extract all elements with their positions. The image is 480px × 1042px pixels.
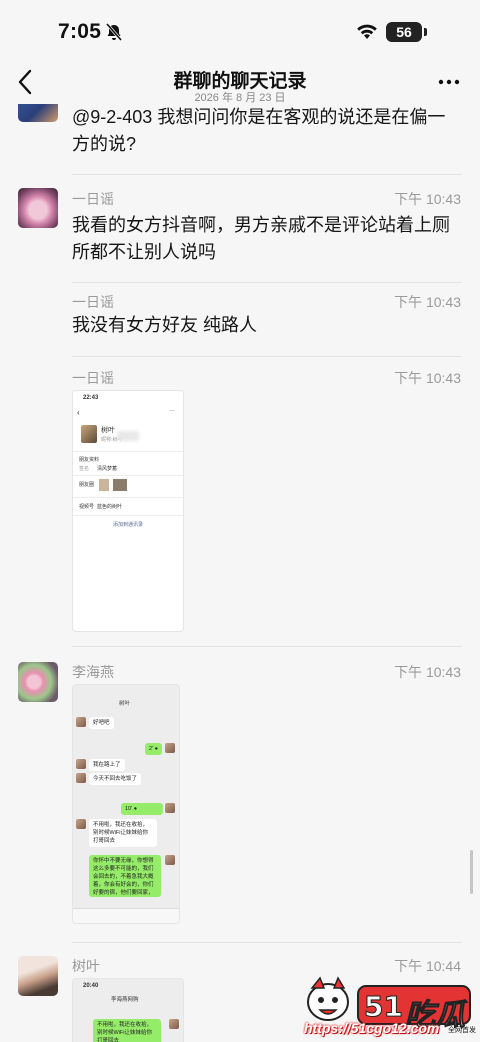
- shot-avatar: [76, 759, 86, 769]
- shot-bubble: 好吧吧: [89, 717, 114, 729]
- shot-row-label: 视频号: [79, 504, 95, 510]
- shot-row-label: 朋友圈: [79, 482, 95, 488]
- message-time: 下午 10:43: [394, 294, 461, 310]
- page-subtitle-date: 2026 年 8 月 23 日: [194, 92, 286, 104]
- message-sender: 树叶: [72, 958, 100, 974]
- shot-back-icon: ‹: [77, 408, 80, 417]
- shot-bubble: 你怀中不要无缘，你想得这么多要不可能的，我们会回去的，不着急我大概着，你会有好会…: [89, 855, 161, 897]
- shot-status-time: 22:43: [83, 395, 99, 401]
- battery-tip: [424, 28, 427, 36]
- svg-text:51: 51: [364, 990, 403, 1023]
- message-time: 下午 10:43: [394, 191, 461, 207]
- message-text: 我没有女方好友 纯路人: [72, 315, 257, 335]
- shot-more-icon: ···: [169, 408, 175, 414]
- wifi-icon: [357, 24, 377, 39]
- shot-status-time: 20:40: [83, 983, 99, 989]
- image-chat-screenshot[interactable]: 树叶 好吧吧 2' ● 我在路上了 今天不回去吃饭了 10' ● 不用啦，我还在…: [72, 684, 180, 924]
- shot-add-contact: 添加到通讯录: [113, 522, 144, 528]
- shot-row-line: [73, 497, 183, 498]
- shot-avatar: [76, 773, 86, 783]
- shot-avatar: [81, 425, 97, 443]
- image-profile-screenshot[interactable]: 22:43 ‹ ··· 树叶 昵称:树叶 朋友资料 签名 清风梦蓄 朋友圈 视频…: [72, 390, 184, 632]
- shot-bubble: 10' ●: [121, 803, 163, 815]
- bell-muted-icon: [105, 23, 123, 41]
- message-time: 下午 10:43: [394, 664, 461, 680]
- shot-moments-thumb: [113, 479, 127, 491]
- shot-avatar: [165, 803, 175, 813]
- shot-avatar: [165, 743, 175, 753]
- shot-name: 树叶: [101, 427, 115, 434]
- watermark-url: https://51cgo12.com: [304, 1020, 440, 1036]
- shot-avatar: [169, 1019, 179, 1029]
- shot-row-line: [73, 475, 183, 476]
- message-sender: 一日谣: [72, 191, 114, 207]
- avatar[interactable]: [18, 662, 58, 702]
- image-chat-screenshot[interactable]: 20:40 李海燕网购 不用啦，我还在收拾，别时候WiFi让妹妹给你打哥回去: [72, 978, 184, 1042]
- shot-input-bar: [73, 908, 179, 923]
- shot-row-line: [73, 451, 183, 452]
- message-time: 下午 10:43: [394, 370, 461, 386]
- shot-title: 李海燕网购: [111, 997, 139, 1003]
- shot-avatar: [165, 855, 175, 865]
- message-text: 我看的女方抖音啊，男方亲戚不是评论站着上厕所都不让别人说吗: [72, 215, 450, 262]
- shot-bubble: 不用啦，我还在收拾，别时候WiFi让妹妹给你打哥回去: [89, 819, 157, 847]
- shot-bubble: 不用啦，我还在收拾，别时候WiFi让妹妹给你打哥回去: [93, 1019, 161, 1042]
- shot-title: 树叶: [119, 701, 131, 707]
- divider: [72, 646, 462, 647]
- battery-level: 56: [386, 22, 422, 42]
- chat-history-list[interactable]: @9-2-403 我想问问你是在客观的说还是在偏一方的说? 一日谣 下午 10:…: [0, 104, 480, 1042]
- avatar[interactable]: [18, 956, 58, 996]
- shot-row-label: 签名: [79, 466, 90, 472]
- shot-row-line: [73, 515, 183, 516]
- shot-blurred-id: [117, 431, 139, 441]
- message-sender: 李海燕: [72, 664, 114, 680]
- shot-avatar: [76, 819, 86, 829]
- status-bar: 7:05 56: [0, 0, 480, 62]
- message-sender: 一日谣: [72, 294, 114, 310]
- shot-moments-thumb: [99, 479, 109, 491]
- nav-bar: 群聊的聊天记录 2026 年 8 月 23 日: [0, 62, 480, 104]
- message-sender: 一日谣: [72, 370, 114, 386]
- divider: [72, 174, 462, 175]
- shot-row-label: 朋友资料: [79, 457, 100, 463]
- shot-avatar: [76, 717, 86, 727]
- divider: [72, 282, 462, 283]
- shot-bubble: 2' ●: [145, 743, 162, 755]
- message-text: @9-2-403 我想问问你是在客观的说还是在偏一方的说?: [72, 107, 446, 154]
- status-time: 7:05: [58, 20, 102, 43]
- shot-row-value: 清风梦蓄: [97, 466, 118, 472]
- shot-row-value: 蓝色的树叶: [97, 504, 123, 510]
- avatar[interactable]: [18, 188, 58, 228]
- shot-bubble: 我在路上了: [89, 759, 125, 771]
- more-icon[interactable]: [437, 70, 461, 94]
- avatar[interactable]: [18, 104, 58, 122]
- divider: [72, 356, 462, 357]
- shot-bubble: 今天不回去吃饭了: [89, 773, 142, 785]
- scroll-indicator[interactable]: [470, 850, 473, 894]
- divider: [72, 942, 462, 943]
